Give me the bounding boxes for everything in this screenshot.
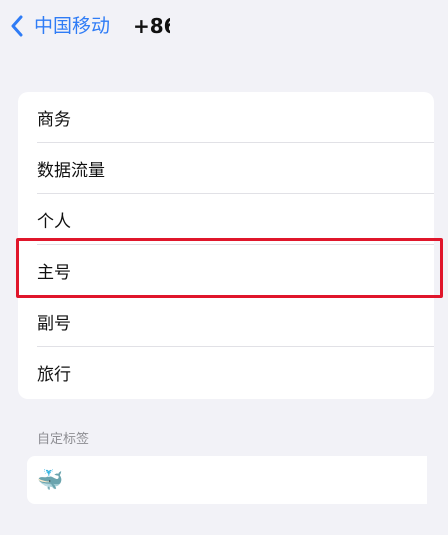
- back-button-label: 中国移动: [34, 14, 111, 37]
- label-option-primary[interactable]: 主号: [18, 245, 434, 296]
- custom-label-input[interactable]: 🐳: [27, 456, 427, 504]
- label-option-business[interactable]: 商务: [18, 92, 434, 143]
- label-option-data[interactable]: 数据流量: [18, 143, 434, 194]
- label-option-text: 商务: [37, 110, 71, 130]
- title-truncation: [170, 10, 182, 42]
- label-option-text: 主号: [37, 263, 71, 283]
- whale-icon: 🐳: [37, 467, 64, 492]
- label-option-text: 副号: [37, 314, 71, 334]
- label-option-secondary[interactable]: 副号: [18, 296, 434, 347]
- custom-label-section-title: 自定标签: [37, 432, 90, 447]
- back-button[interactable]: 中国移动: [8, 10, 110, 42]
- label-option-personal[interactable]: 个人: [18, 194, 434, 245]
- label-option-text: 数据流量: [37, 161, 105, 181]
- label-option-text: 个人: [37, 212, 71, 232]
- navigation-bar: 中国移动 +86: [0, 0, 448, 54]
- label-option-text: 旅行: [37, 365, 71, 385]
- chevron-left-icon: [11, 15, 23, 37]
- label-option-travel[interactable]: 旅行: [18, 347, 434, 398]
- label-list: 商务 数据流量 个人 主号 副号 旅行: [18, 92, 434, 399]
